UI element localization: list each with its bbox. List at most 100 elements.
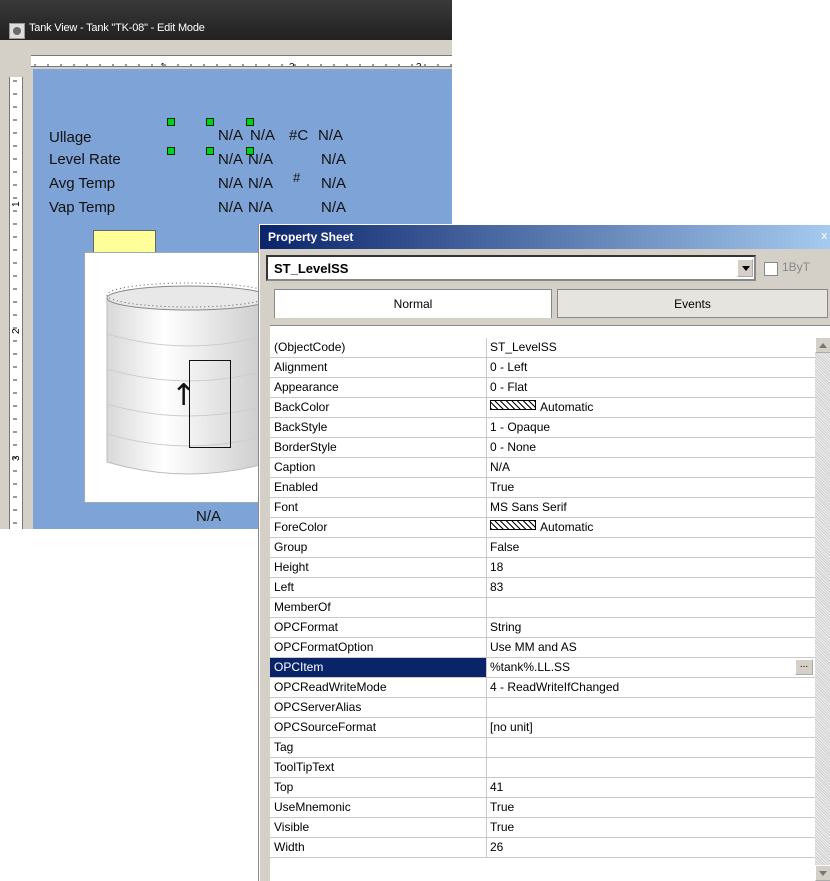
property-value[interactable]: Automatic — [487, 518, 815, 537]
property-grid-scrollbar[interactable] — [815, 337, 830, 881]
property-value[interactable] — [487, 598, 815, 617]
property-value[interactable]: True — [487, 478, 815, 497]
value-vap-temp-1[interactable]: N/A — [218, 199, 243, 216]
property-row[interactable]: Width 26 — [270, 838, 815, 858]
property-sheet-titlebar[interactable]: Property Sheet x — [260, 225, 830, 249]
tank-view-titlebar[interactable]: Tank View - Tank "TK-08" - Edit Mode — [0, 0, 452, 40]
label-vap-temp[interactable]: Vap Temp — [49, 199, 115, 216]
property-value[interactable]: 4 - ReadWriteIfChanged — [487, 678, 815, 697]
property-row[interactable]: MemberOf — [270, 598, 815, 618]
property-row[interactable]: Visible True — [270, 818, 815, 838]
value-ullage-2[interactable]: N/A — [250, 127, 275, 144]
property-row[interactable]: (ObjectCode) ST_LevelSS — [270, 338, 815, 358]
scroll-up-icon[interactable] — [815, 337, 830, 353]
property-row[interactable]: Font MS Sans Serif — [270, 498, 815, 518]
label-ullage[interactable]: Ullage — [49, 129, 92, 146]
property-value[interactable] — [487, 738, 815, 757]
selection-handle[interactable] — [167, 118, 175, 126]
property-name[interactable]: Caption — [270, 458, 487, 477]
property-value[interactable]: False — [487, 538, 815, 557]
property-row[interactable]: ForeColor Automatic — [270, 518, 815, 538]
property-value[interactable]: True — [487, 818, 815, 837]
property-row[interactable]: Tag — [270, 738, 815, 758]
value-avg-temp-1[interactable]: N/A — [218, 175, 243, 192]
property-value[interactable]: N/A — [487, 458, 815, 477]
property-name[interactable]: Top — [270, 778, 487, 797]
property-name[interactable]: Left — [270, 578, 487, 597]
ellipsis-button[interactable]: ... — [795, 659, 813, 675]
tab-events[interactable]: Events — [557, 289, 828, 318]
selection-handle[interactable] — [206, 118, 214, 126]
property-name[interactable]: Height — [270, 558, 487, 577]
value-level-rate-3[interactable]: N/A — [321, 151, 346, 168]
property-value[interactable]: 41 — [487, 778, 815, 797]
property-row[interactable]: Height 18 — [270, 558, 815, 578]
value-vap-temp-3[interactable]: N/A — [321, 199, 346, 216]
property-name[interactable]: Enabled — [270, 478, 487, 497]
property-name[interactable]: OPCReadWriteMode — [270, 678, 487, 697]
property-row[interactable]: BackStyle 1 - Opaque — [270, 418, 815, 438]
property-value[interactable]: 1 - Opaque — [487, 418, 815, 437]
property-value[interactable]: 18 — [487, 558, 815, 577]
property-name[interactable]: Appearance — [270, 378, 487, 397]
property-name[interactable]: BorderStyle — [270, 438, 487, 457]
value-ullage-1[interactable]: N/A — [218, 127, 243, 144]
property-row[interactable]: BackColor Automatic — [270, 398, 815, 418]
property-row[interactable]: Left 83 — [270, 578, 815, 598]
unit-ullage[interactable]: #C — [289, 127, 308, 144]
property-name[interactable]: Width — [270, 838, 487, 857]
property-value[interactable]: 0 - Left — [487, 358, 815, 377]
value-vap-temp-2[interactable]: N/A — [248, 199, 273, 216]
scroll-down-icon[interactable] — [815, 865, 830, 881]
label-level-rate[interactable]: Level Rate — [49, 151, 121, 168]
object-select[interactable]: ST_LevelSS — [266, 255, 756, 281]
property-value[interactable] — [487, 698, 815, 717]
property-value[interactable]: 83 — [487, 578, 815, 597]
label-avg-temp[interactable]: Avg Temp — [49, 175, 115, 192]
property-name[interactable]: UseMnemonic — [270, 798, 487, 817]
property-name[interactable]: (ObjectCode) — [270, 338, 487, 357]
one-by-one-checkbox[interactable] — [764, 262, 778, 276]
selection-handle[interactable] — [246, 118, 254, 126]
property-name[interactable]: Tag — [270, 738, 487, 757]
value-avg-temp-2[interactable]: N/A — [248, 175, 273, 192]
property-name[interactable]: OPCItem — [270, 658, 487, 677]
selection-handle[interactable] — [246, 147, 254, 155]
chevron-down-icon[interactable] — [737, 259, 753, 277]
property-value[interactable]: 26 — [487, 838, 815, 857]
selection-handle[interactable] — [206, 147, 214, 155]
tab-normal[interactable]: Normal — [274, 289, 552, 318]
property-name[interactable]: Alignment — [270, 358, 487, 377]
property-row[interactable]: Alignment 0 - Left — [270, 358, 815, 378]
property-row[interactable]: UseMnemonic True — [270, 798, 815, 818]
property-name[interactable]: ToolTipText — [270, 758, 487, 777]
property-value[interactable]: %tank%.LL.SS... — [487, 658, 815, 677]
selection-handle[interactable] — [167, 147, 175, 155]
property-row[interactable]: Top 41 — [270, 778, 815, 798]
property-name[interactable]: BackStyle — [270, 418, 487, 437]
property-value[interactable]: True — [487, 798, 815, 817]
property-row[interactable]: OPCReadWriteMode 4 - ReadWriteIfChanged — [270, 678, 815, 698]
unit-avg-temp[interactable]: # — [293, 170, 300, 185]
property-name[interactable]: ForeColor — [270, 518, 487, 537]
property-value[interactable]: String — [487, 618, 815, 637]
tank-bottom-value[interactable]: N/A — [196, 508, 221, 525]
property-name[interactable]: OPCFormatOption — [270, 638, 487, 657]
property-value[interactable]: MS Sans Serif — [487, 498, 815, 517]
value-level-rate-1[interactable]: N/A — [218, 151, 243, 168]
property-value[interactable] — [487, 758, 815, 777]
property-value[interactable]: 0 - None — [487, 438, 815, 457]
property-row[interactable]: ToolTipText — [270, 758, 815, 778]
property-value[interactable]: ST_LevelSS — [487, 338, 815, 357]
property-name[interactable]: Group — [270, 538, 487, 557]
property-row[interactable]: Caption N/A — [270, 458, 815, 478]
property-value[interactable]: 0 - Flat — [487, 378, 815, 397]
property-row[interactable]: OPCServerAlias — [270, 698, 815, 718]
value-ullage-3[interactable]: N/A — [318, 127, 343, 144]
property-value[interactable]: Use MM and AS — [487, 638, 815, 657]
property-row[interactable]: OPCFormat String — [270, 618, 815, 638]
property-row[interactable]: OPCFormatOption Use MM and AS — [270, 638, 815, 658]
property-row[interactable]: OPCItem %tank%.LL.SS... — [270, 658, 815, 678]
property-row[interactable]: BorderStyle 0 - None — [270, 438, 815, 458]
property-row[interactable]: Enabled True — [270, 478, 815, 498]
